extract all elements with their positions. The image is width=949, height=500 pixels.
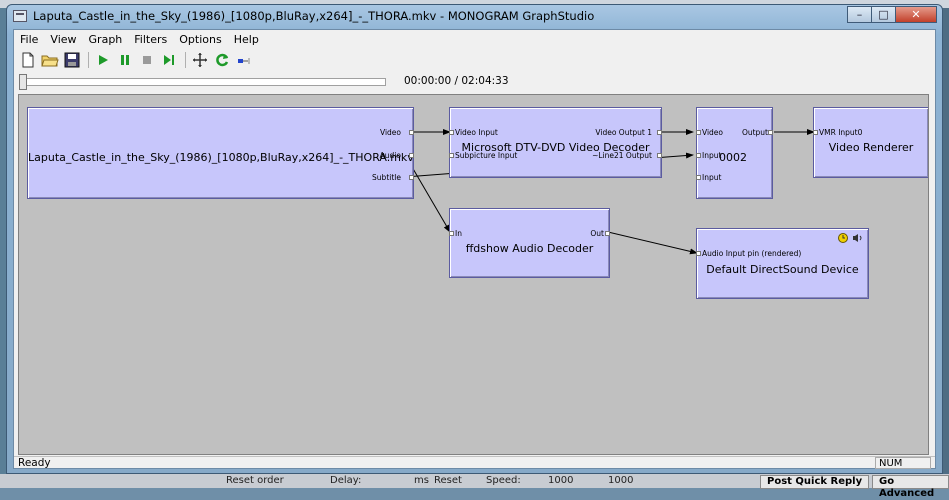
video-renderer-name: Video Renderer [828, 141, 914, 154]
pin-source-audio: Audio [379, 151, 401, 160]
graphstudio-window: Laputa_Castle_in_the_Sky_(1986)_[1080p,B… [6, 4, 943, 474]
window-title: Laputa_Castle_in_the_Sky_(1986)_[1080p,B… [33, 9, 595, 23]
app-icon[interactable] [13, 10, 27, 22]
pin-mixer-input-2: Input [702, 173, 722, 182]
wire-ffdshow-to-dsound [607, 231, 698, 255]
step-icon[interactable] [159, 51, 179, 69]
toolbar-separator [185, 52, 186, 68]
background-panel: Reset order Delay: ms Reset Speed: 1000 … [0, 474, 949, 499]
stop-icon[interactable] [137, 51, 157, 69]
pin-dvd-video-output: Video Output 1 [595, 128, 652, 137]
pin-source-subtitle-connector[interactable] [409, 175, 414, 180]
pin-mixer-output-connector[interactable] [768, 130, 773, 135]
timecode: 00:00:00 / 02:04:33 [404, 75, 509, 87]
pin-mixer-input-1-connector[interactable] [696, 153, 701, 158]
menu-options[interactable]: Options [173, 32, 227, 48]
pin-mixer-video: Video [702, 128, 724, 137]
pin-dvd-line21-connector[interactable] [657, 153, 662, 158]
directsound-filter[interactable]: Default DirectSound Device Audio Input p… [696, 228, 869, 299]
menu-graph[interactable]: Graph [83, 32, 129, 48]
mixer-name: 0002 [719, 151, 747, 164]
source-filter-name: Laputa_Castle_in_the_Sky_(1986)_[1080p,B… [28, 151, 414, 164]
close-button[interactable]: ✕ [895, 6, 937, 23]
source-filter[interactable]: Laputa_Castle_in_the_Sky_(1986)_[1080p,B… [27, 107, 414, 199]
pin-source-audio-connector[interactable] [409, 153, 414, 158]
seek-slider-thumb[interactable] [19, 74, 27, 90]
toolbar-separator [88, 52, 89, 68]
pin-dsound-input-connector[interactable] [696, 251, 701, 256]
ffdshow-name: ffdshow Audio Decoder [465, 242, 594, 255]
pin-dvd-subpicture-input: Subpicture Input [455, 151, 518, 160]
pin-source-video-connector[interactable] [409, 130, 414, 135]
refresh-icon[interactable] [212, 51, 232, 69]
pin-source-video: Video [379, 128, 401, 137]
menu-bar: File View Graph Filters Options Help [14, 32, 265, 48]
graph-canvas[interactable]: Laputa_Castle_in_the_Sky_(1986)_[1080p,B… [18, 94, 929, 455]
post-quick-reply-button[interactable]: Post Quick Reply [760, 475, 870, 489]
num-lock-indicator: NUM [875, 457, 931, 469]
bg-reset-order[interactable]: Reset order [226, 475, 284, 486]
menu-help[interactable]: Help [228, 32, 265, 48]
pin-dvd-subpicture-connector[interactable] [449, 153, 454, 158]
save-icon[interactable] [62, 51, 82, 69]
arrange-icon[interactable] [190, 51, 210, 69]
maximize-button[interactable]: □ [871, 6, 896, 23]
bg-speed-label: Speed: [486, 475, 521, 486]
bg-ms-label: ms [414, 475, 429, 486]
menu-filters[interactable]: Filters [128, 32, 173, 48]
go-advanced-button[interactable]: Go Advanced [872, 475, 949, 499]
pin-ffdshow-out: Out [590, 229, 604, 238]
pin-renderer-input-connector[interactable] [813, 130, 818, 135]
toggle-icon[interactable] [234, 51, 254, 69]
pin-ffdshow-in: In [455, 229, 462, 238]
directsound-name: Default DirectSound Device [706, 263, 859, 276]
seek-slider[interactable] [22, 78, 386, 86]
status-text: Ready [18, 457, 51, 469]
pin-mixer-input-1: Input [702, 151, 722, 160]
position-bar: 00:00:00 / 02:04:33 [14, 72, 935, 92]
minimize-button[interactable]: – [847, 6, 872, 23]
pin-mixer-output: Output [741, 128, 768, 137]
pin-dvd-line21: ~Line21 Output [592, 151, 652, 160]
menu-view[interactable]: View [44, 32, 82, 48]
bg-delay-label: Delay: [330, 475, 362, 486]
dvd-decoder-filter[interactable]: Microsoft DTV-DVD Video Decoder Video In… [449, 107, 662, 178]
pin-dvd-video-output-connector[interactable] [657, 130, 662, 135]
title-bar[interactable]: Laputa_Castle_in_the_Sky_(1986)_[1080p,B… [7, 5, 942, 29]
pin-ffdshow-in-connector[interactable] [449, 231, 454, 236]
pin-dvd-video-input: Video Input [455, 128, 498, 137]
client-area: File View Graph Filters Options Help 00:… [13, 29, 936, 469]
pin-ffdshow-out-connector[interactable] [605, 231, 610, 236]
pin-renderer-vmr-input: VMR Input0 [819, 128, 863, 137]
speaker-icon [852, 233, 863, 246]
pin-mixer-video-connector[interactable] [696, 130, 701, 135]
clock-icon [838, 233, 848, 246]
bg-value-1: 1000 [548, 475, 574, 486]
bg-value-2: 1000 [608, 475, 634, 486]
pin-source-subtitle: Subtitle [372, 173, 401, 182]
play-icon[interactable] [93, 51, 113, 69]
open-icon[interactable] [40, 51, 60, 69]
pin-mixer-input-2-connector[interactable] [696, 175, 701, 180]
ffdshow-filter[interactable]: ffdshow Audio Decoder In Out [449, 208, 610, 278]
window-controls: – □ ✕ [847, 6, 937, 23]
pin-dvd-video-input-connector[interactable] [449, 130, 454, 135]
status-bar: Ready NUM [14, 456, 935, 470]
video-renderer-filter[interactable]: Video Renderer VMR Input0 [813, 107, 928, 178]
new-icon[interactable] [18, 51, 38, 69]
mixer-filter[interactable]: 0002 Video Input Input Output [696, 107, 773, 199]
pin-dsound-audio-input: Audio Input pin (rendered) [702, 249, 802, 258]
menu-file[interactable]: File [14, 32, 44, 48]
toolbar [18, 50, 256, 70]
bg-reset-button[interactable]: Reset [434, 475, 462, 486]
pause-icon[interactable] [115, 51, 135, 69]
